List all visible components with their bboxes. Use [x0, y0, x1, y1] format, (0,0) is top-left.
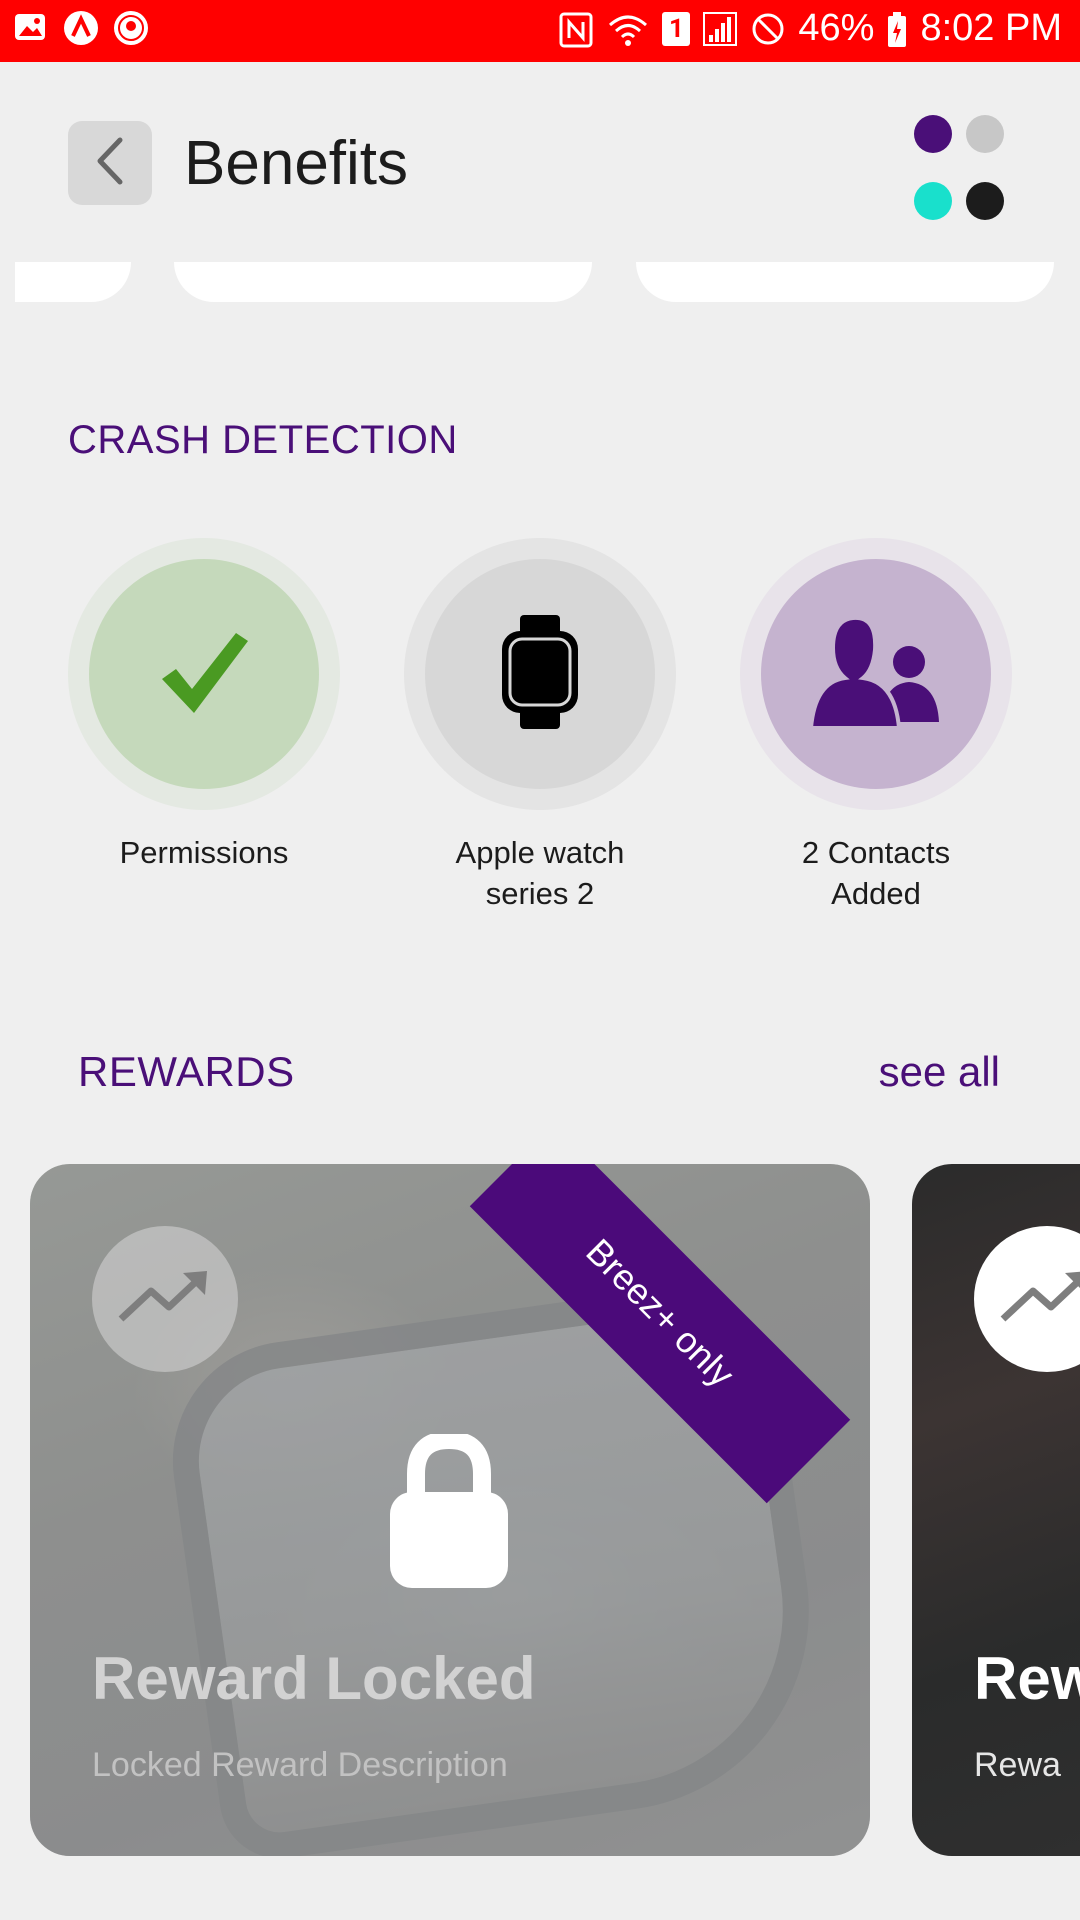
- status-bar: 1 46% 8:02 PM: [0, 0, 1080, 62]
- partial-card-1[interactable]: [15, 262, 131, 302]
- see-all-link[interactable]: see all: [879, 1048, 1000, 1096]
- apple-watch-circle: [425, 559, 655, 789]
- gallery-icon: [12, 9, 48, 45]
- checkmark-icon: [154, 627, 254, 721]
- partial-card-3[interactable]: [636, 262, 1054, 302]
- chevron-left-icon: [90, 136, 130, 190]
- rewards-title: REWARDS: [78, 1048, 295, 1095]
- clock: 8:02 PM: [920, 7, 1062, 49]
- theme-dot-teal[interactable]: [914, 182, 952, 220]
- contacts-item[interactable]: 2 Contacts Added: [740, 538, 1012, 914]
- lock-icon: [388, 1430, 510, 1594]
- theme-switcher[interactable]: [914, 115, 1004, 225]
- trending-up-icon: [999, 1267, 1080, 1331]
- reward-card-locked[interactable]: Breez+ only Reward Locked Locked Reward …: [30, 1164, 870, 1856]
- badge-icon: [112, 9, 148, 45]
- trending-icon-circle: [92, 1226, 238, 1372]
- reward-description: Locked Reward Description: [92, 1746, 508, 1784]
- back-button[interactable]: [68, 121, 152, 205]
- wifi-icon: [606, 11, 650, 47]
- contacts-label: 2 Contacts Added: [801, 835, 951, 911]
- contacts-icon: [808, 612, 941, 736]
- page-title: Benefits: [184, 129, 409, 198]
- apple-watch-label: Apple watch series 2: [455, 835, 625, 911]
- permissions-ring: [68, 538, 340, 810]
- status-right-icons: 1 46% 8:02 PM: [558, 7, 1062, 50]
- contacts-circle: [761, 559, 991, 789]
- status-left-icons: [12, 9, 148, 45]
- theme-dot-black[interactable]: [966, 182, 1004, 220]
- trending-up-icon: [117, 1267, 213, 1331]
- permissions-item[interactable]: Permissions: [68, 538, 340, 873]
- nfc-icon: [558, 11, 594, 47]
- app-icon: [62, 9, 98, 45]
- sim-slot-badge: 1: [662, 11, 691, 46]
- reward-description-2: Rewa: [974, 1746, 1061, 1784]
- theme-dot-gray[interactable]: [966, 115, 1004, 153]
- crash-detection-title: CRASH DETECTION: [68, 418, 458, 462]
- apple-watch-ring: [404, 538, 676, 810]
- theme-dot-purple[interactable]: [914, 115, 952, 153]
- reward-title: Reward Locked: [92, 1645, 536, 1712]
- signal-icon: [702, 11, 738, 47]
- contacts-ring: [740, 538, 1012, 810]
- blocked-icon: [750, 11, 786, 47]
- partial-card-2[interactable]: [174, 262, 592, 302]
- battery-icon: [886, 11, 908, 47]
- battery-percent: 46%: [798, 7, 875, 49]
- reward-title-2: Rew: [974, 1645, 1080, 1712]
- reward-card-next[interactable]: Rew Rewa: [912, 1164, 1080, 1856]
- permissions-label: Permissions: [119, 835, 289, 870]
- permissions-circle: [89, 559, 319, 789]
- watch-icon: [500, 613, 580, 735]
- apple-watch-item[interactable]: Apple watch series 2: [404, 538, 676, 914]
